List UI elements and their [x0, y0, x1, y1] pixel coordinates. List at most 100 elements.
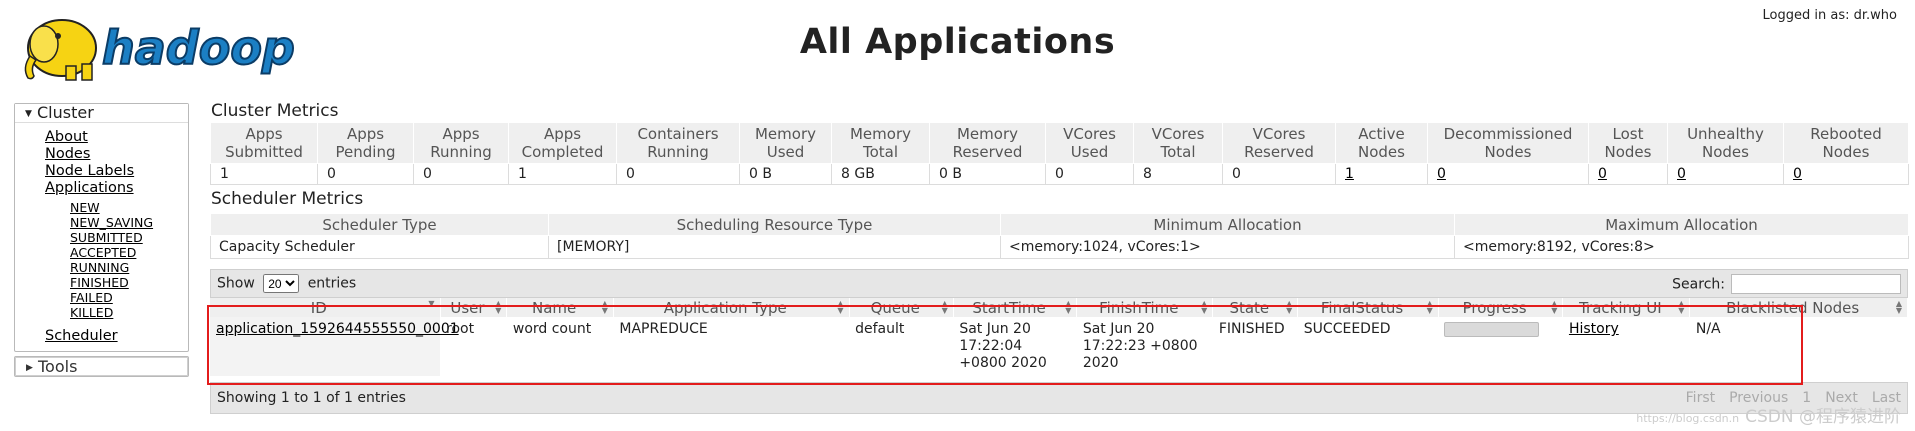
- cluster-panel: ▼ Cluster About Nodes Node Labels Applica…: [14, 103, 189, 352]
- show-label: Show: [217, 275, 255, 292]
- app-id-cell: application_1592644555550_0001: [210, 317, 459, 376]
- cluster-toggle[interactable]: ▼ Cluster: [15, 104, 188, 123]
- scheduler-value-scheduler-type: Capacity Scheduler: [210, 235, 549, 259]
- metric-link-unhealthy-nodes[interactable]: 0: [1677, 166, 1686, 182]
- metric-value-apps-submitted: 1: [210, 163, 318, 185]
- metric-value-active-nodes: 1: [1335, 163, 1428, 185]
- nav-link-state-new-saving[interactable]: NEW_SAVING: [15, 215, 188, 230]
- scheduler-value-scheduling-resource-type: [MEMORY]: [548, 235, 1001, 259]
- app-state: FINISHED: [1212, 317, 1298, 376]
- entries-select[interactable]: 20: [263, 274, 300, 293]
- nav-link-scheduler[interactable]: Scheduler: [15, 324, 188, 345]
- nav-link-state-failed[interactable]: FAILED: [15, 290, 188, 305]
- metric-header-lost-nodes: Lost Nodes: [1588, 122, 1668, 164]
- column-header-id[interactable]: ID ▼: [210, 298, 441, 317]
- sort-icon: ▲ ▼: [495, 299, 502, 315]
- nav-link-nodes[interactable]: Nodes: [15, 146, 188, 163]
- scheduler-header-scheduler-type: Scheduler Type: [210, 213, 549, 236]
- metric-value-memory-total: 8 GB: [831, 163, 930, 185]
- tracking-history-link[interactable]: History: [1569, 321, 1619, 337]
- nav-link-state-finished[interactable]: FINISHED: [15, 275, 188, 290]
- main-content: Cluster Metrics Apps Submitted Apps Pendi…: [210, 100, 1909, 414]
- sort-icon: ▼: [428, 299, 435, 308]
- scheduler-metrics-title: Scheduler Metrics: [211, 189, 364, 209]
- metric-link-active-nodes[interactable]: 1: [1345, 166, 1354, 182]
- column-header-blacklisted-nodes[interactable]: Blacklisted Nodes ▲ ▼: [1689, 298, 1908, 317]
- app-id-link[interactable]: application_1592644555550_0001: [216, 321, 459, 337]
- search-input[interactable]: [1731, 273, 1901, 294]
- metric-link-lost-nodes[interactable]: 0: [1598, 166, 1607, 182]
- metric-value-containers-running: 0: [616, 163, 740, 185]
- app-progress-cell: [1438, 317, 1563, 376]
- watermark-text: CSDN @程序猿进阶: [1745, 407, 1901, 427]
- metric-header-vcores-total: VCores Total: [1133, 122, 1223, 164]
- scheduler-metrics-table: Scheduler Type Scheduling Resource Type Mi…: [210, 213, 1909, 259]
- column-header-label: StartTime: [972, 298, 1046, 317]
- column-header-user[interactable]: User ▲ ▼: [440, 298, 508, 317]
- tools-toggle[interactable]: ▶ Tools: [15, 357, 188, 376]
- column-header-label: Progress: [1462, 298, 1527, 317]
- scheduler-value-minimum-allocation: <memory:1024, vCores:1>: [1000, 235, 1455, 259]
- metric-link-decommissioned-nodes[interactable]: 0: [1437, 166, 1446, 182]
- column-header-label: User: [450, 298, 485, 317]
- app-user: root: [440, 317, 507, 376]
- column-header-label: FinishTime: [1099, 298, 1179, 317]
- app-name: word count: [506, 317, 614, 376]
- metric-header-containers-running: Containers Running: [616, 122, 740, 164]
- sort-icon: ▲ ▼: [1551, 299, 1558, 315]
- metric-value-memory-used: 0 B: [739, 163, 832, 185]
- column-header-label: Name: [532, 298, 577, 317]
- metric-value-unhealthy-nodes: 0: [1667, 163, 1784, 185]
- table-info: Showing 1 to 1 of 1 entries: [217, 390, 406, 406]
- metric-value-decommissioned-nodes: 0: [1427, 163, 1589, 185]
- metric-header-decommissioned-nodes: Decommissioned Nodes: [1427, 122, 1589, 164]
- tools-label: Tools: [38, 357, 78, 376]
- metric-header-memory-used: Memory Used: [739, 122, 832, 164]
- applications-panel: Show 20 entries Search: ID ▼ User ▲ ▼ Name ▲ ▼ A…: [210, 269, 1908, 414]
- cluster-links: About Nodes Node Labels Applications NEW…: [15, 123, 188, 351]
- sort-icon: ▲ ▼: [1065, 299, 1072, 315]
- login-status: Logged in as: dr.who: [1762, 8, 1897, 23]
- scheduler-header-minimum-allocation: Minimum Allocation: [1000, 213, 1455, 236]
- column-header-finishtime[interactable]: FinishTime ▲ ▼: [1076, 298, 1214, 317]
- column-header-queue[interactable]: Queue ▲ ▼: [849, 298, 954, 317]
- column-header-tracking-ui[interactable]: Tracking UI ▲ ▼: [1562, 298, 1691, 317]
- metric-header-memory-total: Memory Total: [831, 122, 930, 164]
- app-queue: default: [849, 317, 954, 376]
- metric-header-apps-completed: Apps Completed: [508, 122, 617, 164]
- column-header-progress[interactable]: Progress ▲ ▼: [1438, 298, 1564, 317]
- nav-link-state-new[interactable]: NEW: [15, 200, 188, 215]
- nav-link-state-submitted[interactable]: SUBMITTED: [15, 230, 188, 245]
- sort-icon: ▲ ▼: [1426, 299, 1433, 315]
- metric-value-vcores-used: 0: [1045, 163, 1134, 185]
- metric-value-memory-reserved: 0 B: [929, 163, 1046, 185]
- metric-header-vcores-reserved: VCores Reserved: [1222, 122, 1336, 164]
- progress-bar: [1444, 322, 1540, 337]
- table-row: application_1592644555550_0001 root word…: [210, 317, 1908, 376]
- column-header-name[interactable]: Name ▲ ▼: [506, 298, 614, 317]
- column-header-state[interactable]: State ▲ ▼: [1212, 298, 1299, 317]
- column-header-label: Blacklisted Nodes: [1726, 298, 1860, 317]
- metric-header-apps-submitted: Apps Submitted: [210, 122, 318, 164]
- nav-link-state-running[interactable]: RUNNING: [15, 260, 188, 275]
- column-header-label: ID: [310, 298, 327, 317]
- scheduler-value-maximum-allocation: <memory:8192, vCores:8>: [1454, 235, 1909, 259]
- nav-link-state-killed[interactable]: KILLED: [15, 305, 188, 320]
- metric-header-apps-pending: Apps Pending: [317, 122, 414, 164]
- metric-link-rebooted-nodes[interactable]: 0: [1793, 166, 1802, 182]
- column-header-label: FinalStatus: [1320, 298, 1404, 317]
- nav-link-about[interactable]: About: [15, 129, 188, 146]
- nav-link-state-accepted[interactable]: ACCEPTED: [15, 245, 188, 260]
- metric-header-rebooted-nodes: Rebooted Nodes: [1783, 122, 1909, 164]
- column-header-finalstatus[interactable]: FinalStatus ▲ ▼: [1297, 298, 1439, 317]
- metric-header-active-nodes: Active Nodes: [1335, 122, 1428, 164]
- column-header-starttime[interactable]: StartTime ▲ ▼: [953, 298, 1078, 317]
- column-header-application-type[interactable]: Application Type ▲ ▼: [613, 298, 850, 317]
- nav-link-applications[interactable]: Applications: [15, 180, 188, 197]
- watermark: https://blog.csdn.n CSDN @程序猿进阶: [1636, 402, 1901, 427]
- nav-link-node-labels[interactable]: Node Labels: [15, 163, 188, 180]
- page-length-control: Show 20 entries: [217, 274, 356, 293]
- cluster-metrics-title: Cluster Metrics: [211, 101, 339, 121]
- scheduler-header-scheduling-resource-type: Scheduling Resource Type: [548, 213, 1001, 236]
- app-final-status: SUCCEEDED: [1297, 317, 1439, 376]
